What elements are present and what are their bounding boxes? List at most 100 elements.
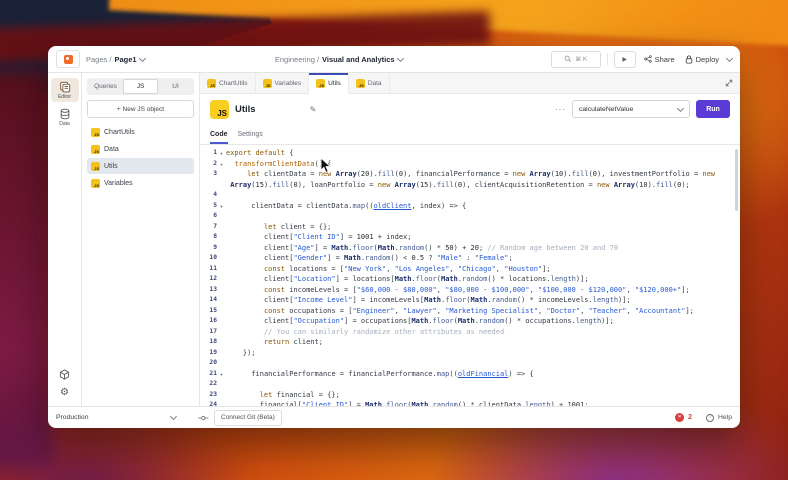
code-text: let clientData = new Array(20).fill(0), … xyxy=(247,170,716,178)
code-text: // You can similarly randomize other att… xyxy=(263,327,505,336)
js-object-icon: JS xyxy=(210,99,229,119)
code-text: client["Client ID"] = 1001 + index; xyxy=(263,233,412,241)
code-line: 17 // You can similarly randomize other … xyxy=(200,327,740,338)
top-bar: Pages / Page1 Engineering / Visual and A… xyxy=(48,46,740,73)
error-count-badge[interactable]: 2 xyxy=(688,414,692,421)
tab-label: Variables xyxy=(274,79,302,87)
file-name: ChartUtils xyxy=(104,128,135,136)
search-button[interactable]: ⌘ K xyxy=(550,50,601,68)
rail-item-data[interactable]: Data xyxy=(51,105,79,129)
file-item-data[interactable]: JS Data xyxy=(87,141,194,157)
file-item-chartutils[interactable]: JS ChartUtils xyxy=(87,124,194,140)
code-line: 8 client["Client ID"] = 1001 + index; xyxy=(200,232,740,243)
deploy-menu-chevron-icon[interactable] xyxy=(725,54,734,62)
editor-tab-variables[interactable]: JS Variables xyxy=(256,73,310,93)
app-breadcrumb[interactable]: Engineering / Visual and Analytics xyxy=(275,54,404,64)
code-text: }); xyxy=(242,348,256,357)
settings-gear-icon[interactable]: ⚙ xyxy=(60,388,69,398)
rail-item-editor[interactable]: Editor xyxy=(50,78,79,102)
help-icon[interactable]: ? xyxy=(706,413,715,422)
connect-git-button[interactable]: Connect Git (Beta) xyxy=(214,409,282,426)
js-object-header: JS Utils ✎ ··· calculateNetValue Run xyxy=(200,94,740,124)
deploy-button[interactable]: Deploy xyxy=(683,55,721,64)
file-name: Utils xyxy=(104,162,118,170)
line-number: 21 xyxy=(209,369,217,377)
tab-code[interactable]: Code xyxy=(210,131,228,144)
errors-icon[interactable]: ✕ xyxy=(675,413,685,422)
more-actions-button[interactable]: ··· xyxy=(555,105,566,114)
libraries-cube-icon[interactable] xyxy=(59,369,70,380)
code-editor[interactable]: 1 ▼ export default {2 ▼ transformClientData… xyxy=(200,145,740,406)
code-line: 16 client["Occupation"] = occupations[Ma… xyxy=(200,316,740,327)
code-text: financialPerformance = financialPerforma… xyxy=(251,369,534,378)
segment-queries[interactable]: Queries xyxy=(88,79,123,94)
breadcrumb[interactable]: Pages / Page1 xyxy=(86,54,146,64)
code-line: 23 let financial = {}; xyxy=(200,390,740,401)
code-line: 5 ▼ clientData = clientData.map((oldClien… xyxy=(200,201,740,212)
line-number: 16 xyxy=(209,317,217,324)
function-select-value: calculateNetValue xyxy=(579,105,634,113)
code-text: client["Location"] = locations[Math.floo… xyxy=(263,275,589,283)
status-bar: Production Connect Git (Beta) ✕ 2 ? Help xyxy=(48,406,740,428)
environment-select[interactable]: Production xyxy=(56,412,178,421)
code-line: 12 client["Location"] = locations[Math.f… xyxy=(200,274,740,285)
scrollbar-thumb[interactable] xyxy=(735,149,738,211)
file-item-utils[interactable]: JS Utils xyxy=(87,158,194,174)
database-icon xyxy=(60,108,69,120)
code-text: client["Gender"] = Math.random() < 0.5 ?… xyxy=(263,254,513,262)
fold-gutter xyxy=(217,211,226,222)
segment-js[interactable]: JS xyxy=(123,79,158,94)
rail-editor-label: Editor xyxy=(57,94,72,100)
editor-tab-data[interactable]: JS Data xyxy=(349,73,390,93)
code-line: 3 let clientData = new Array(20).fill(0)… xyxy=(200,169,740,180)
fold-gutter xyxy=(217,285,226,296)
js-file-icon: JS xyxy=(316,78,326,88)
js-file-icon: JS xyxy=(91,144,100,154)
line-number: 3 xyxy=(213,170,217,177)
code-line: 13 const incomeLevels = ["$60,000 - $80,… xyxy=(200,285,740,296)
chevron-down-icon xyxy=(676,104,685,112)
app-logo[interactable] xyxy=(56,50,80,68)
line-number: 18 xyxy=(209,338,217,345)
expand-icon[interactable] xyxy=(725,79,733,87)
code-line: 21 ▼ financialPerformance = financialPerf… xyxy=(200,369,740,380)
fold-gutter xyxy=(217,348,226,359)
editor-tab-strip: JS ChartUtils JS Variables JS Utils JS Data xyxy=(200,73,740,94)
line-number: 5 xyxy=(213,201,217,209)
line-number: 22 xyxy=(209,380,217,387)
code-line: 1 ▼ export default { xyxy=(200,148,740,159)
js-object-list: JS ChartUtils JS Data JS Utils JS Variables xyxy=(87,124,194,191)
new-js-object-button[interactable]: + New JS object xyxy=(87,100,194,118)
fold-gutter xyxy=(217,243,226,254)
help-label[interactable]: Help xyxy=(718,414,732,421)
function-select[interactable]: calculateNetValue xyxy=(572,100,690,118)
run-button[interactable]: Run xyxy=(696,100,730,118)
fold-gutter xyxy=(217,358,226,369)
file-item-variables[interactable]: JS Variables xyxy=(87,175,194,191)
js-object-title[interactable]: Utils xyxy=(235,104,256,115)
fold-gutter xyxy=(217,253,226,264)
line-number xyxy=(200,180,217,191)
fold-arrow-icon[interactable]: ▼ xyxy=(217,369,226,380)
code-line: 4 xyxy=(200,190,740,201)
fold-arrow-icon[interactable]: ▼ xyxy=(217,159,226,170)
git-branch-icon xyxy=(198,415,209,420)
fold-gutter xyxy=(217,264,226,275)
tab-settings[interactable]: Settings xyxy=(238,131,263,144)
line-number: 19 xyxy=(209,348,217,356)
editor-tab-chartutils[interactable]: JS ChartUtils xyxy=(200,73,256,93)
code-text: client["Income Level"] = incomeLevels[Ma… xyxy=(263,296,631,304)
segment-ui[interactable]: UI xyxy=(158,79,193,94)
share-button[interactable]: Share xyxy=(642,55,677,64)
code-line: 20 xyxy=(200,358,740,369)
editor-tab-utils[interactable]: JS Utils xyxy=(309,73,349,94)
preview-button[interactable]: ▶ xyxy=(613,50,636,68)
tab-label: ChartUtils xyxy=(219,79,248,87)
fold-arrow-icon[interactable]: ▼ xyxy=(217,201,226,212)
edit-name-pencil-icon[interactable]: ✎ xyxy=(310,105,317,114)
file-name: Data xyxy=(104,145,119,153)
code-text: return client; xyxy=(263,338,323,346)
code-text: client["Occupation"] = occupations[Math.… xyxy=(263,317,614,325)
code-settings-tabs: Code Settings xyxy=(200,124,740,145)
fold-arrow-icon[interactable]: ▼ xyxy=(217,148,226,159)
